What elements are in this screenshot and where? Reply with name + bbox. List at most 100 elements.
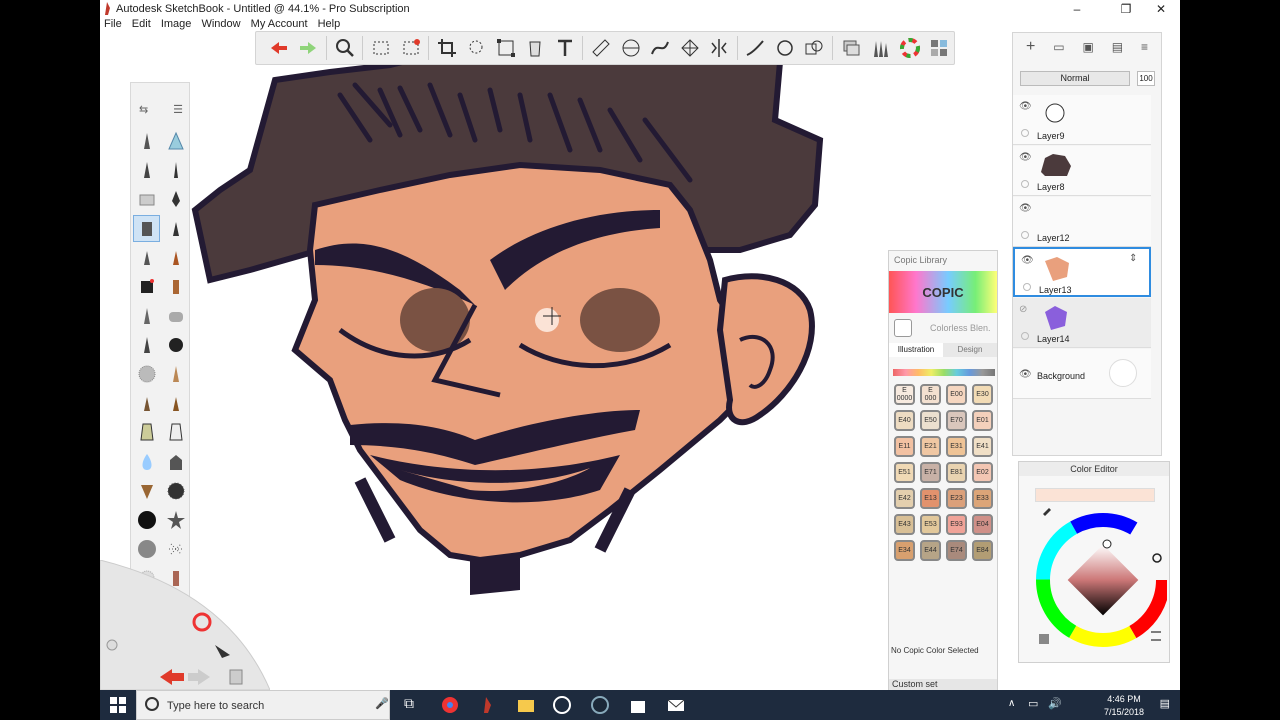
brush-preset[interactable] xyxy=(162,390,189,417)
layer-row[interactable]: 👁 Layer8 xyxy=(1013,146,1151,196)
ellipse-tool-button[interactable] xyxy=(770,33,799,63)
lagoon-menu[interactable] xyxy=(100,560,270,690)
network-icon[interactable]: ▭ xyxy=(1028,697,1038,710)
tab-design[interactable]: Design xyxy=(943,343,997,357)
task-view-icon[interactable]: ⧉ xyxy=(404,695,424,715)
brush-preset[interactable] xyxy=(133,127,160,154)
layer-radio[interactable] xyxy=(1021,332,1029,340)
layer-radio[interactable] xyxy=(1021,180,1029,188)
copic-swatch[interactable]: E81 xyxy=(946,462,972,488)
brush-preset[interactable] xyxy=(162,244,189,271)
chrome-icon[interactable] xyxy=(440,695,460,715)
menu-file[interactable]: File xyxy=(104,18,122,30)
add-layer-icon[interactable]: + xyxy=(1026,38,1035,56)
brush-preset[interactable] xyxy=(162,156,189,183)
brush-preset[interactable] xyxy=(162,331,189,358)
custom-set-dropdown[interactable]: Custom set xyxy=(889,679,997,690)
menu-my-account[interactable]: My Account xyxy=(251,18,308,30)
color-wheel[interactable] xyxy=(1027,502,1167,652)
swap-icon[interactable] xyxy=(1151,631,1161,641)
layer-row-selected[interactable]: 👁 Layer13 ⇕ xyxy=(1013,247,1151,297)
brush-preset[interactable] xyxy=(162,185,189,212)
brush-preset[interactable] xyxy=(162,302,189,329)
perspective-button[interactable] xyxy=(675,33,704,63)
layer-menu-icon[interactable]: ≡ xyxy=(1141,40,1148,54)
brush-preset[interactable] xyxy=(133,156,160,183)
copic-swatch[interactable]: E40 xyxy=(894,410,920,436)
brush-preset[interactable] xyxy=(133,506,160,533)
copic-swatch[interactable]: E 0000 xyxy=(894,384,920,410)
brush-preset[interactable] xyxy=(133,536,160,563)
value-marker[interactable] xyxy=(1102,539,1112,549)
eye-icon[interactable]: 👁 xyxy=(1019,203,1032,214)
maximize-button[interactable]: ❐ xyxy=(1109,0,1143,18)
steam-icon[interactable] xyxy=(590,695,610,715)
eye-hidden-icon[interactable]: ⊘ xyxy=(1019,304,1027,315)
brush-preset[interactable] xyxy=(133,477,160,504)
eye-icon[interactable]: 👁 xyxy=(1019,101,1032,112)
layer-radio[interactable] xyxy=(1021,231,1029,239)
french-curve-button[interactable] xyxy=(645,33,674,63)
copic-swatch[interactable]: E41 xyxy=(972,436,998,462)
fill-layer-icon[interactable]: ▤ xyxy=(1112,40,1123,54)
brush-preset[interactable] xyxy=(133,244,160,271)
ellipse-guide-button[interactable] xyxy=(616,33,645,63)
copic-swatch[interactable]: E 000 xyxy=(920,384,946,410)
brush-preset[interactable] xyxy=(133,448,160,475)
copic-swatch[interactable]: E44 xyxy=(920,540,946,566)
brush-properties-icon[interactable]: ⇆ xyxy=(139,103,148,117)
copic-button[interactable] xyxy=(924,33,953,63)
file-explorer-icon[interactable] xyxy=(516,695,536,715)
color-sample-icon[interactable] xyxy=(1039,634,1049,644)
saturation-diamond[interactable] xyxy=(1067,544,1139,616)
copic-swatch[interactable]: E00 xyxy=(946,384,972,410)
add-image-icon[interactable]: ▣ xyxy=(1082,40,1093,54)
brush-preset[interactable] xyxy=(162,215,189,242)
taskbar-search-box[interactable]: Type here to search 🎤 xyxy=(136,690,390,720)
brush-preset[interactable] xyxy=(133,302,160,329)
copic-swatch[interactable]: E13 xyxy=(920,488,946,514)
layer-row[interactable]: 👁 Background xyxy=(1013,349,1151,399)
lagoon-layer-icon[interactable] xyxy=(229,669,243,685)
menu-edit[interactable]: Edit xyxy=(132,18,151,30)
layer-row[interactable]: 👁 Layer12 xyxy=(1013,197,1151,247)
close-button[interactable]: ✕ xyxy=(1144,0,1178,18)
layer-radio[interactable] xyxy=(1021,129,1029,137)
eye-icon[interactable]: 👁 xyxy=(1021,255,1034,266)
copy-button[interactable] xyxy=(800,33,829,63)
copic-swatch[interactable]: E74 xyxy=(946,540,972,566)
copic-swatch[interactable]: E23 xyxy=(946,488,972,514)
colorless-blender[interactable]: Colorless Blen. xyxy=(889,313,997,343)
blend-mode-select[interactable]: Normal xyxy=(1020,71,1130,86)
copic-swatch[interactable]: E30 xyxy=(972,384,998,410)
copic-swatch[interactable]: E11 xyxy=(894,436,920,462)
redo-button[interactable] xyxy=(293,33,322,63)
stroke-tool-button[interactable] xyxy=(741,33,770,63)
eyedropper-icon[interactable] xyxy=(1043,508,1051,516)
obs-icon[interactable] xyxy=(552,695,572,715)
brush-preset[interactable] xyxy=(162,361,189,388)
lasso-button[interactable] xyxy=(462,33,491,63)
brush-preset[interactable] xyxy=(162,127,189,154)
copic-swatch[interactable]: E34 xyxy=(894,540,920,566)
color-wheel-button[interactable] xyxy=(895,33,924,63)
copic-swatch[interactable]: E01 xyxy=(972,410,998,436)
brush-library-icon[interactable]: ☰ xyxy=(173,103,183,117)
brush-preset[interactable] xyxy=(162,477,189,504)
opacity-field[interactable]: 100 xyxy=(1137,71,1155,86)
brush-preset[interactable] xyxy=(133,331,160,358)
brush-preset[interactable] xyxy=(133,361,160,388)
brush-preset[interactable] xyxy=(162,448,189,475)
symmetry-button[interactable] xyxy=(704,33,733,63)
crop-button[interactable] xyxy=(432,33,461,63)
copic-swatch[interactable]: E51 xyxy=(894,462,920,488)
layer-row[interactable]: 👁 Layer9 xyxy=(1013,95,1151,145)
brush-preset[interactable] xyxy=(162,273,189,300)
brush-preset[interactable] xyxy=(133,214,160,242)
brush-preset[interactable] xyxy=(133,419,160,446)
eye-icon[interactable]: 👁 xyxy=(1019,152,1032,163)
tray-chevron-icon[interactable]: ∧ xyxy=(1008,698,1015,709)
copic-swatch[interactable]: E50 xyxy=(920,410,946,436)
undo-button[interactable] xyxy=(264,33,293,63)
sketchbook-taskbar-icon[interactable] xyxy=(478,695,498,715)
